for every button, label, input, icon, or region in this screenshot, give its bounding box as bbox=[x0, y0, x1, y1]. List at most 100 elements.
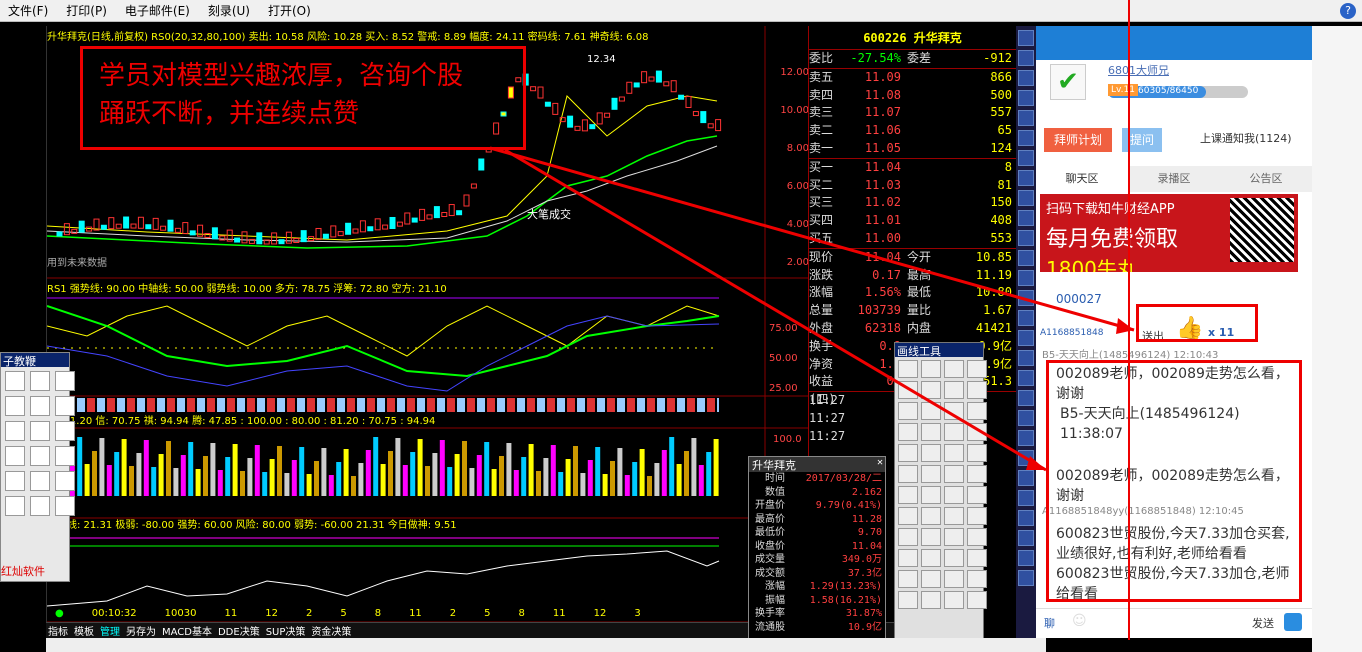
draw-tool-button[interactable] bbox=[967, 591, 987, 609]
toolbox-button[interactable] bbox=[30, 396, 50, 416]
toolbox-button[interactable] bbox=[55, 396, 75, 416]
close-icon[interactable]: ✕ bbox=[877, 457, 883, 468]
draw-tool-button[interactable] bbox=[944, 528, 964, 546]
draw-tool-button[interactable] bbox=[967, 528, 987, 546]
draw-tool-button[interactable] bbox=[967, 444, 987, 462]
send-button[interactable]: 发送 bbox=[1252, 615, 1274, 631]
draw-tool-button[interactable] bbox=[898, 360, 918, 378]
side-tool-icon[interactable] bbox=[1018, 70, 1034, 86]
side-tool-icon[interactable] bbox=[1018, 330, 1034, 346]
toolbox-button[interactable] bbox=[5, 471, 25, 491]
side-tool-icon[interactable] bbox=[1018, 390, 1034, 406]
draw-tool-button[interactable] bbox=[921, 507, 941, 525]
chat-bubble-icon[interactable] bbox=[1284, 613, 1302, 631]
draw-tool-button[interactable] bbox=[921, 591, 941, 609]
draw-tool-button[interactable] bbox=[921, 381, 941, 399]
draw-tool-button[interactable] bbox=[967, 381, 987, 399]
draw-tool-button[interactable] bbox=[898, 528, 918, 546]
side-tool-icon[interactable] bbox=[1018, 30, 1034, 46]
toolbox-button[interactable] bbox=[30, 496, 50, 516]
toolbox-button[interactable] bbox=[5, 446, 25, 466]
draw-tool-button[interactable] bbox=[921, 549, 941, 567]
toolbox-button[interactable] bbox=[30, 371, 50, 391]
menu-open[interactable]: 打开(O) bbox=[268, 2, 311, 19]
side-tool-icon[interactable] bbox=[1018, 170, 1034, 186]
draw-tool-button[interactable] bbox=[898, 570, 918, 588]
side-tool-icon[interactable] bbox=[1018, 150, 1034, 166]
tab-dde[interactable]: DDE决策 bbox=[218, 623, 260, 638]
toolbox-button[interactable] bbox=[5, 421, 25, 441]
side-tool-icon[interactable] bbox=[1018, 130, 1034, 146]
chat-input-bar[interactable]: 聊 ☺ 发送 bbox=[1036, 608, 1312, 638]
draw-tool-button[interactable] bbox=[944, 360, 964, 378]
side-tool-icon[interactable] bbox=[1018, 470, 1034, 486]
tab-sup[interactable]: SUP决策 bbox=[266, 623, 306, 638]
tab-replay[interactable]: 录播区 bbox=[1128, 166, 1220, 192]
draw-tool-button[interactable] bbox=[921, 528, 941, 546]
toolbox-button[interactable] bbox=[55, 421, 75, 441]
draw-tool-button[interactable] bbox=[967, 549, 987, 567]
draw-tool-button[interactable] bbox=[921, 360, 941, 378]
draw-tool-button[interactable] bbox=[944, 507, 964, 525]
notify-checkbox[interactable]: 上课通知我(1124) bbox=[1200, 130, 1292, 146]
draw-tool-button[interactable] bbox=[944, 570, 964, 588]
draw-tool-button[interactable] bbox=[921, 423, 941, 441]
draw-tool-button[interactable] bbox=[898, 549, 918, 567]
side-tool-icon[interactable] bbox=[1018, 190, 1034, 206]
apprentice-button[interactable]: 拜师计划 bbox=[1044, 128, 1112, 152]
toolbox-button[interactable] bbox=[55, 446, 75, 466]
side-tool-icon[interactable] bbox=[1018, 450, 1034, 466]
tab-chat[interactable]: 聊天区 bbox=[1036, 166, 1128, 192]
side-tool-icon[interactable] bbox=[1018, 490, 1034, 506]
toolbox-button[interactable] bbox=[55, 371, 75, 391]
side-tool-icon[interactable] bbox=[1018, 210, 1034, 226]
toolbox-button[interactable] bbox=[55, 471, 75, 491]
draw-tool-button[interactable] bbox=[967, 402, 987, 420]
side-tool-icon[interactable] bbox=[1018, 230, 1034, 246]
side-tool-icon[interactable] bbox=[1018, 350, 1034, 366]
draw-tool-button[interactable] bbox=[967, 360, 987, 378]
draw-tool-button[interactable] bbox=[944, 465, 964, 483]
side-tool-icon[interactable] bbox=[1018, 410, 1034, 426]
draw-tool-button[interactable] bbox=[898, 381, 918, 399]
side-tool-icon[interactable] bbox=[1018, 290, 1034, 306]
draw-tool-button[interactable] bbox=[967, 570, 987, 588]
side-tool-icon[interactable] bbox=[1018, 570, 1034, 586]
toolbox-button[interactable] bbox=[5, 496, 25, 516]
tab-notice[interactable]: 公告区 bbox=[1220, 166, 1312, 192]
toolbox-button[interactable] bbox=[30, 446, 50, 466]
promo-banner[interactable]: 扫码下载知牛财经APP 每月免费领取 1800牛丸 bbox=[1040, 194, 1298, 272]
draw-tool-button[interactable] bbox=[921, 465, 941, 483]
emoji-icon[interactable]: ☺ bbox=[1072, 613, 1087, 629]
side-tool-icon[interactable] bbox=[1018, 430, 1034, 446]
draw-tool-button[interactable] bbox=[944, 444, 964, 462]
menu-burn[interactable]: 刻录(U) bbox=[208, 2, 250, 19]
draw-tool-button[interactable] bbox=[898, 465, 918, 483]
draw-tool-button[interactable] bbox=[898, 486, 918, 504]
tab-template[interactable]: 模板 bbox=[74, 623, 94, 638]
draw-tool-button[interactable] bbox=[921, 570, 941, 588]
side-tool-icon[interactable] bbox=[1018, 90, 1034, 106]
side-tool-icon[interactable] bbox=[1018, 550, 1034, 566]
info-window[interactable]: 升华拜克 ✕ 时间 2017/03/28/二 数值 2.162 开盘价 9.79(0.41… bbox=[748, 456, 886, 642]
draw-tool-button[interactable] bbox=[944, 591, 964, 609]
side-tool-icon[interactable] bbox=[1018, 270, 1034, 286]
help-icon[interactable]: ? bbox=[1340, 3, 1356, 19]
side-tool-icon[interactable] bbox=[1018, 530, 1034, 546]
draw-tool-button[interactable] bbox=[898, 591, 918, 609]
draw-tool-button[interactable] bbox=[944, 381, 964, 399]
menu-email[interactable]: 电子邮件(E) bbox=[125, 2, 190, 19]
draw-tool-button[interactable] bbox=[944, 402, 964, 420]
draw-tool-button[interactable] bbox=[921, 486, 941, 504]
tab-macd[interactable]: MACD基本 bbox=[162, 623, 212, 638]
side-tool-icon[interactable] bbox=[1018, 250, 1034, 266]
draw-tool-button[interactable] bbox=[944, 486, 964, 504]
tab-manage[interactable]: 管理 bbox=[100, 623, 120, 638]
draw-tool-window[interactable]: 画线工具 bbox=[894, 342, 987, 642]
tab-saveas[interactable]: 另存为 bbox=[126, 623, 156, 638]
draw-tool-button[interactable] bbox=[944, 423, 964, 441]
draw-tool-button[interactable] bbox=[967, 507, 987, 525]
chat-tab-label[interactable]: 聊 bbox=[1044, 615, 1055, 631]
menu-print[interactable]: 打印(P) bbox=[66, 2, 107, 19]
side-tool-icon[interactable] bbox=[1018, 110, 1034, 126]
